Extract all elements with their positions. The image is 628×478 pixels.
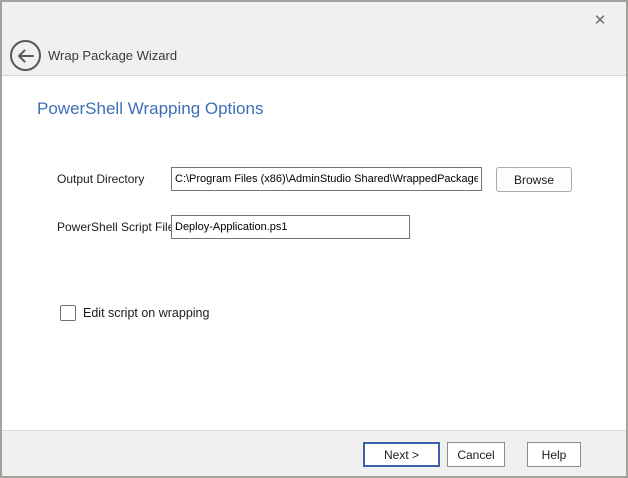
- next-button[interactable]: Next >: [363, 442, 440, 467]
- page-title: PowerShell Wrapping Options: [37, 99, 263, 119]
- back-arrow-icon: [17, 49, 34, 63]
- back-button[interactable]: [10, 40, 41, 71]
- output-directory-input[interactable]: [171, 167, 482, 191]
- edit-script-checkbox-row[interactable]: Edit script on wrapping: [60, 305, 209, 321]
- wizard-dialog: Wrap Package Wizard ✕ PowerShell Wrappin…: [0, 0, 628, 478]
- script-file-label: PowerShell Script File: [57, 215, 174, 239]
- edit-script-checkbox[interactable]: [60, 305, 76, 321]
- output-directory-label: Output Directory: [57, 167, 144, 191]
- wizard-footer: Next > Cancel Help: [2, 430, 626, 476]
- browse-button[interactable]: Browse: [496, 167, 572, 192]
- wizard-header: Wrap Package Wizard ✕: [2, 2, 626, 76]
- close-icon[interactable]: ✕: [588, 8, 612, 32]
- wizard-title: Wrap Package Wizard: [48, 48, 177, 63]
- cancel-button[interactable]: Cancel: [447, 442, 505, 467]
- edit-script-checkbox-label: Edit script on wrapping: [83, 306, 209, 320]
- script-file-input[interactable]: [171, 215, 410, 239]
- help-button[interactable]: Help: [527, 442, 581, 467]
